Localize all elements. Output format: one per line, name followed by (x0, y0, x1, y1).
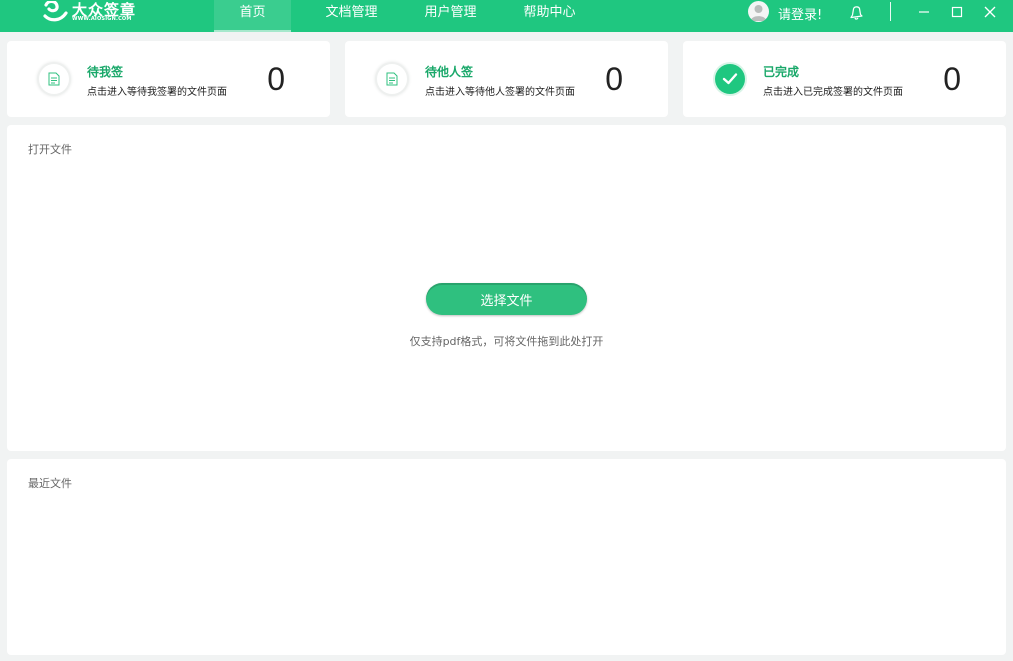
panel-title: 打开文件 (28, 143, 72, 156)
drop-hint: 仅支持pdf格式，可将文件拖到此处打开 (409, 335, 604, 348)
card-pending-others-signature[interactable]: 待他人签 点击进入等待他人签署的文件页面 0 (345, 41, 668, 117)
card-description: 点击进入已完成签署的文件页面 (763, 87, 903, 98)
title-bar: 大众签章 WWW.AIOSIGN.COM 首页 文档管理 用户管理 帮助中心 请… (0, 0, 1013, 32)
titlebar-divider (890, 2, 891, 21)
nav-document-management[interactable]: 文档管理 (313, 0, 390, 32)
card-title: 待他人签 (425, 65, 474, 79)
checkmark-icon (715, 64, 745, 94)
card-pending-my-signature[interactable]: 待我签 点击进入等待我签署的文件页面 0 (7, 41, 330, 117)
nav-home[interactable]: 首页 (214, 0, 291, 32)
logo-subtitle: WWW.AIOSIGN.COM (72, 16, 132, 22)
card-completed[interactable]: 已完成 点击进入已完成签署的文件页面 0 (683, 41, 1006, 117)
close-icon[interactable] (980, 2, 1000, 22)
panel-title: 最近文件 (28, 477, 72, 490)
maximize-icon[interactable] (947, 2, 967, 22)
open-file-panel[interactable]: 打开文件 选择文件 仅支持pdf格式，可将文件拖到此处打开 (7, 125, 1006, 451)
user-avatar-icon[interactable] (748, 1, 769, 22)
card-title: 待我签 (87, 65, 124, 79)
card-count: 0 (267, 61, 285, 97)
recent-files-panel: 最近文件 (7, 459, 1006, 655)
select-file-button[interactable]: 选择文件 (426, 283, 587, 315)
document-icon (377, 64, 407, 94)
card-title: 已完成 (763, 65, 800, 79)
minimize-icon[interactable] (914, 2, 934, 22)
nav-help-center[interactable]: 帮助中心 (511, 0, 588, 32)
card-description: 点击进入等待他人签署的文件页面 (425, 87, 575, 98)
nav-user-management[interactable]: 用户管理 (412, 0, 489, 32)
logo-mark-icon (43, 1, 68, 22)
card-count: 0 (605, 61, 623, 97)
login-link[interactable]: 请登录! (778, 4, 822, 23)
bell-icon[interactable] (849, 4, 863, 20)
document-icon (39, 64, 69, 94)
card-description: 点击进入等待我签署的文件页面 (87, 87, 227, 98)
card-count: 0 (943, 61, 961, 97)
